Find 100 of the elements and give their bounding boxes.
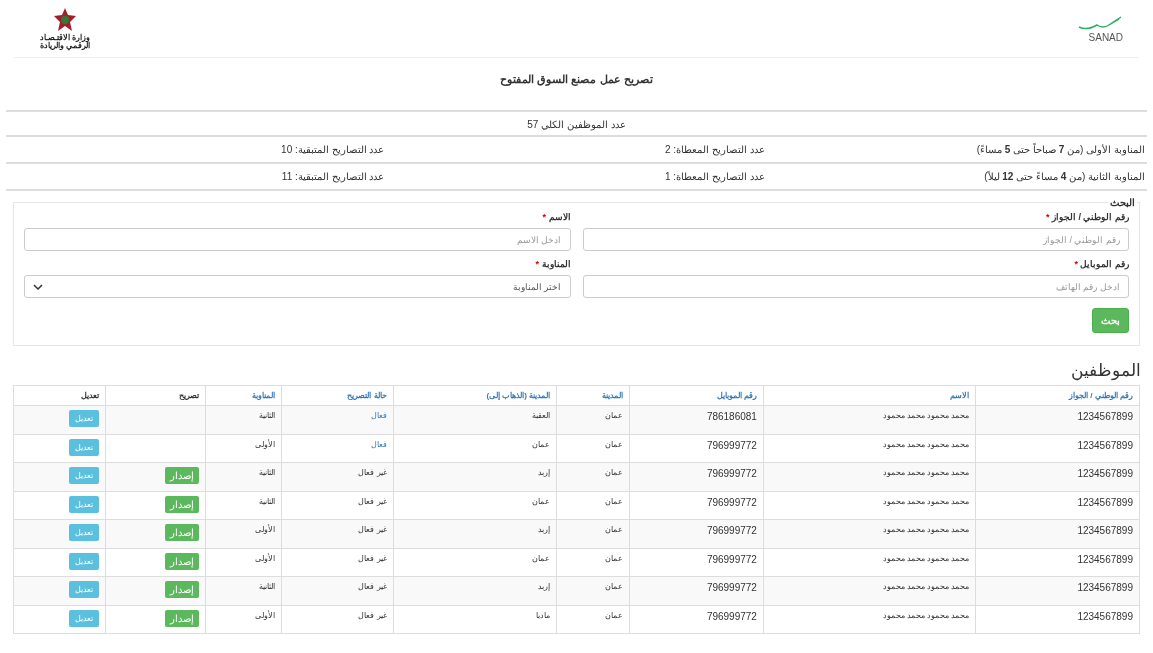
status-cell: غير فعال (281, 519, 394, 548)
issue-button[interactable]: إصدار (164, 609, 199, 627)
table-cell: 796999772 (629, 519, 764, 548)
input-field[interactable]: رقم الوطني / الجواز (582, 228, 1129, 251)
emblem-icon (52, 7, 78, 33)
table-cell: الثانية (205, 491, 282, 520)
table-cell: عمان (556, 548, 630, 577)
table-cell: عمان (556, 519, 630, 548)
table-cell: 796999772 (629, 548, 764, 577)
issue-button[interactable]: إصدار (164, 524, 199, 541)
table-cell: الثانية (205, 462, 282, 491)
column-header: تعديل (13, 385, 106, 406)
edit-button[interactable]: تعديل (68, 609, 99, 627)
total-employees: عدد الموظفين الكلي 57 (6, 112, 1147, 137)
table-cell: 796999772 (629, 434, 764, 463)
edit-button[interactable]: تعديل (68, 438, 99, 456)
table-cell: عمان (556, 576, 630, 605)
status-cell: غير فعال (281, 462, 394, 491)
edit-button[interactable]: تعديل (68, 552, 99, 570)
table-cell: 786186081 (629, 405, 764, 434)
edit-button[interactable]: تعديل (68, 467, 99, 484)
issue-button[interactable]: إصدار (164, 581, 199, 598)
table-cell: عمان (556, 491, 630, 520)
table-cell: إربد (393, 519, 557, 548)
table-cell: الثانية (205, 405, 282, 434)
input-field[interactable]: ادخل الاسم (24, 228, 571, 251)
table-cell: محمد محمود محمد محمود (763, 605, 976, 634)
field-label: رقم الموبايل * (1073, 259, 1129, 269)
permits-given: عدد التصاريح المعطاة: 2 (664, 144, 766, 155)
status-cell: فعال (281, 405, 394, 434)
issue-button[interactable]: إصدار (164, 467, 199, 484)
table-cell: الأولى (205, 434, 282, 463)
status-cell: غير فعال (281, 548, 394, 577)
issue-button[interactable]: إصدار (164, 552, 199, 570)
issue-button[interactable]: إصدار (164, 495, 199, 513)
table-cell: محمد محمود محمد محمود (763, 519, 976, 548)
table-cell: 1234567899 (975, 405, 1140, 434)
sortable-column-header[interactable]: المناوبة (205, 385, 282, 406)
table-cell: الثانية (205, 576, 282, 605)
section-title: الموظفين (1070, 360, 1141, 381)
status-cell: غير فعال (281, 491, 394, 520)
table-cell: محمد محمود محمد محمود (763, 548, 976, 577)
table-cell: محمد محمود محمد محمود (763, 491, 976, 520)
table-cell: 1234567899 (975, 605, 1140, 634)
swoosh-icon (1077, 14, 1123, 31)
table-cell: 1234567899 (975, 576, 1140, 605)
input-field[interactable]: ادخل رقم الهاتف (582, 275, 1129, 298)
table-cell: الأولى (205, 548, 282, 577)
table-cell: إربد (393, 462, 557, 491)
table-cell: محمد محمود محمد محمود (763, 434, 976, 463)
status-cell: فعال (281, 434, 394, 463)
table-cell: 1234567899 (975, 548, 1140, 577)
table-cell: عمان (393, 434, 557, 463)
table-cell: عمان (556, 405, 630, 434)
column-header: تصريح (105, 385, 206, 406)
sortable-column-header[interactable]: رقم الموبايل (629, 385, 764, 406)
sortable-column-header[interactable]: المدينة (556, 385, 630, 406)
table-cell: محمد محمود محمد محمود (763, 462, 976, 491)
table-cell: الأولى (205, 605, 282, 634)
table-cell: عمان (556, 434, 630, 463)
status-cell: غير فعال (281, 576, 394, 605)
table-cell: الأولى (205, 519, 282, 548)
permits-remaining: عدد التصاريح المتبقية: 10 (280, 144, 386, 155)
table-cell: 1234567899 (975, 434, 1140, 463)
table-cell: عمان (556, 462, 630, 491)
ministry-logo-text: وزارة الاقتـصـاد الرقمي والريادة (38, 34, 92, 50)
table-cell: 1234567899 (975, 491, 1140, 520)
field-label: المناوبة * (534, 259, 571, 269)
field-label: الاسم * (541, 212, 571, 222)
chevron-down-icon (33, 283, 43, 290)
table-cell: 1234567899 (975, 519, 1140, 548)
permits-remaining: عدد التصاريح المتبقية: 11 (280, 171, 386, 182)
table-cell: 796999772 (629, 491, 764, 520)
table-cell: العقبة (393, 405, 557, 434)
brand-logo-text: SANAD (1088, 31, 1123, 43)
search-legend: البحث (1108, 197, 1137, 208)
table-cell: عمان (393, 548, 557, 577)
table-cell: مادبا (393, 605, 557, 634)
edit-button[interactable]: تعديل (68, 581, 99, 598)
table-cell: 796999772 (629, 576, 764, 605)
table-cell: 796999772 (629, 605, 764, 634)
permits-given: عدد التصاريح المعطاة: 1 (664, 171, 766, 182)
edit-button[interactable]: تعديل (68, 495, 99, 513)
edit-button[interactable]: تعديل (68, 410, 99, 427)
sortable-column-header[interactable]: حالة التصريح (281, 385, 394, 406)
page-title: تصريح عمل مصنع السوق المفتوح (6, 58, 1147, 112)
table-cell: 1234567899 (975, 462, 1140, 491)
sortable-column-header[interactable]: المدينة (الذهاب إلى) (393, 385, 557, 406)
table-cell: 796999772 (629, 462, 764, 491)
shift-select[interactable]: اختر المناوبة (24, 275, 571, 298)
search-button[interactable]: بحث (1092, 308, 1129, 333)
edit-button[interactable]: تعديل (68, 524, 99, 541)
table-cell: عمان (393, 491, 557, 520)
table-cell: محمد محمود محمد محمود (763, 576, 976, 605)
status-cell: غير فعال (281, 605, 394, 634)
table-cell: محمد محمود محمد محمود (763, 405, 976, 434)
table-cell: إربد (393, 576, 557, 605)
sortable-column-header[interactable]: رقم الوطني / الجواز (975, 385, 1140, 406)
sortable-column-header[interactable]: الاسم (763, 385, 976, 406)
table-cell: عمان (556, 605, 630, 634)
